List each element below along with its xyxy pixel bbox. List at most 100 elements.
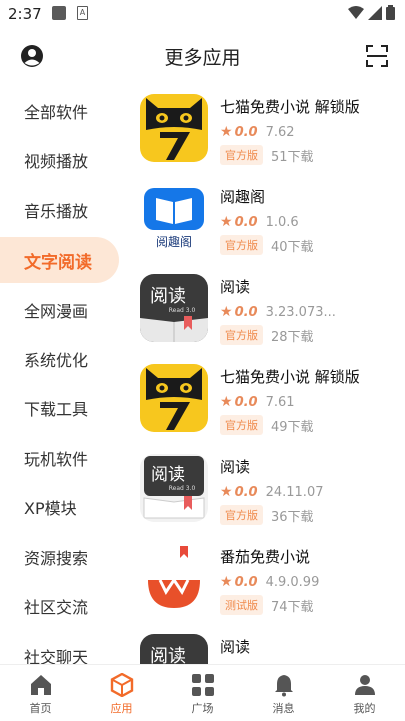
app-score: 0.0 [234,484,258,500]
app-name: 七猫免费小说 解锁版 [220,98,360,116]
app-version: 7.62 [265,124,295,140]
app-meta: 官方版 36下载 [220,505,314,525]
app-downloads: 49下载 [271,419,314,435]
category-label: XP模块 [24,499,77,518]
category-item-xp[interactable]: XP模块 [0,484,125,530]
read-icon-light: 阅读 Read 3.0 [140,454,208,522]
app-list-item[interactable]: 阅趣阁 阅趣阁 ★ 0.0 1.0.6 官方版 40下载 [125,178,405,268]
nav-label: 消息 [272,702,295,715]
app-tag: 官方版 [220,325,263,345]
read-icon-text: 阅读 [150,286,186,307]
nav-label: 广场 [191,702,214,715]
nav-square[interactable]: 广场 [162,665,243,721]
star-icon: ★ [220,484,233,500]
cat-icon [140,94,208,162]
status-time: 2:37 [8,5,42,23]
app-meta: 官方版 28下载 [220,325,314,345]
wifi-icon [348,5,364,19]
app-tag: 官方版 [220,415,263,435]
app-rating: ★ 0.0 4.9.0.99 [220,574,319,590]
star-icon: ★ [220,214,233,230]
app-list-item[interactable]: 阅读 阅读 [125,628,405,664]
grid-icon [191,674,214,696]
category-label: 全网漫画 [24,302,89,321]
category-label: 音乐播放 [24,202,89,221]
app-version: 3.23.073... [265,304,336,320]
read-icon: 阅读 Read 3.0 [140,274,208,342]
category-item-tweak[interactable]: 玩机软件 [0,435,125,481]
category-label: 社交聊天 [24,648,89,664]
status-icons [348,5,395,20]
app-tag: 官方版 [220,145,263,165]
category-item-music[interactable]: 音乐播放 [0,187,125,233]
app-tag: 测试版 [220,595,263,615]
app-name: 阅读 [220,638,251,656]
category-item-reading[interactable]: 文字阅读 [0,237,119,283]
app-rating: ★ 0.0 1.0.6 [220,214,299,230]
nav-label: 应用 [110,702,133,715]
category-label: 玩机软件 [24,450,89,469]
app-list-item[interactable]: 番茄免费小说 ★ 0.0 4.9.0.99 测试版 74下载 [125,538,405,628]
category-item-video[interactable]: 视频播放 [0,137,125,183]
star-icon: ★ [220,574,233,590]
notification-app-icon [52,6,66,20]
category-item-comics[interactable]: 全网漫画 [0,287,125,333]
app-downloads: 28下载 [271,329,314,345]
app-score: 0.0 [234,574,258,590]
nav-messages[interactable]: 消息 [243,665,324,721]
app-version: 1.0.6 [265,214,299,230]
nav-label: 我的 [353,702,376,715]
bell-icon [274,675,293,697]
app-score: 0.0 [234,394,258,410]
scan-icon[interactable] [365,44,389,68]
app-meta: 测试版 74下载 [220,595,314,615]
read-icon: 阅读 [140,634,208,664]
app-list-item[interactable]: 阅读 Read 3.0 阅读 ★ 0.0 24.11.07 官方版 36下载 [125,448,405,538]
app-meta: 官方版 40下载 [220,235,314,255]
app-score: 0.0 [234,304,258,320]
category-item-social[interactable]: 社交聊天 [0,633,125,664]
app-name: 阅读 [220,458,251,476]
category-item-community[interactable]: 社区交流 [0,583,125,629]
category-item-search[interactable]: 资源搜索 [0,534,125,580]
app-tag: 官方版 [220,505,263,525]
nav-apps[interactable]: 应用 [81,665,162,721]
app-meta: 官方版 49下载 [220,415,314,435]
app-version: 24.11.07 [265,484,324,500]
app-score: 0.0 [234,214,258,230]
notification-a-icon: A [77,6,88,20]
header: 更多应用 [0,30,405,82]
category-label: 下载工具 [24,400,89,419]
nav-mine[interactable]: 我的 [324,665,405,721]
category-label: 社区交流 [24,598,89,617]
bottom-nav: 首页 应用 广场 消息 我的 [0,664,405,721]
category-item-download[interactable]: 下载工具 [0,385,125,431]
app-list-item[interactable]: 阅读 Read 3.0 阅读 ★ 0.0 3.23.073... 官方版 28下… [125,268,405,358]
app-version: 7.61 [265,394,295,410]
read-icon-sub: Read 3.0 [169,307,196,314]
app-score: 0.0 [234,124,258,140]
app-name: 七猫免费小说 解锁版 [220,368,360,386]
read-icon-text: 阅读 [151,465,185,485]
app-downloads: 36下载 [271,509,314,525]
app-name: 阅读 [220,278,251,296]
app-rating: ★ 0.0 7.61 [220,394,295,410]
read-icon-text: 阅读 [150,646,186,664]
category-sidebar: 全部软件 视频播放 音乐播放 文字阅读 全网漫画 系统优化 下载工具 玩机软件 … [0,86,125,664]
page-title: 更多应用 [164,47,241,69]
apps-cube-icon [110,673,133,697]
category-item-optimize[interactable]: 系统优化 [0,336,125,382]
nav-home[interactable]: 首页 [0,665,81,721]
app-list-item[interactable]: 七猫免费小说 解锁版 ★ 0.0 7.61 官方版 49下载 [125,358,405,448]
app-list: 七猫免费小说 解锁版 ★ 0.0 7.62 官方版 51下载 阅趣阁 阅趣阁 ★… [125,86,405,664]
cat-icon [140,364,208,432]
category-label: 视频播放 [24,152,89,171]
home-icon [30,675,51,695]
app-rating: ★ 0.0 7.62 [220,124,295,140]
signal-icon [368,5,382,20]
category-item-all[interactable]: 全部软件 [0,88,125,134]
app-list-item[interactable]: 七猫免费小说 解锁版 ★ 0.0 7.62 官方版 51下载 [125,88,405,178]
category-label: 文字阅读 [24,252,92,273]
book-icon-text: 阅趣阁 [156,234,192,249]
status-bar: 2:37 A [0,0,405,30]
